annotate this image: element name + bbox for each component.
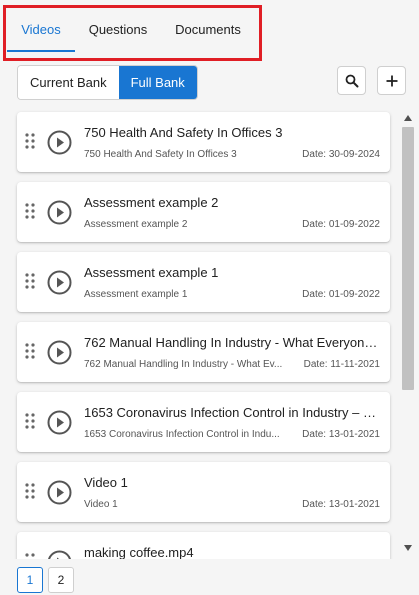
drag-handle-icon[interactable] [25,203,35,219]
video-list: 750 Health And Safety In Offices 3 750 H… [0,104,400,559]
play-icon[interactable] [47,270,72,295]
tab-bar: Videos Questions Documents [0,0,419,54]
plus-icon [386,75,397,86]
item-date: Date: 11-11-2021 [303,359,380,370]
scroll-up-arrow-icon[interactable] [404,115,412,121]
item-title: 1653 Coronavirus Infection Control in In… [84,405,379,420]
play-icon[interactable] [47,480,72,505]
list-item[interactable]: Assessment example 1 Assessment example … [17,252,390,312]
scroll-thumb[interactable] [402,127,414,390]
drag-handle-icon[interactable] [25,553,35,559]
drag-handle-icon[interactable] [25,343,35,359]
play-icon[interactable] [47,340,72,365]
search-button[interactable] [337,66,366,95]
play-icon[interactable] [47,130,72,155]
item-date: Date: 01-09-2022 [302,219,380,230]
drag-handle-icon[interactable] [25,483,35,499]
full-bank-button[interactable]: Full Bank [118,66,197,99]
search-icon [345,74,358,87]
add-button[interactable] [377,66,406,95]
item-title: Assessment example 2 [84,195,219,210]
page-2-button[interactable]: 2 [48,567,74,593]
item-title: making coffee.mp4 [84,545,194,559]
item-subtitle: Assessment example 1 [84,289,188,300]
list-item[interactable]: 750 Health And Safety In Offices 3 750 H… [17,112,390,172]
list-item[interactable]: 1653 Coronavirus Infection Control in In… [17,392,390,452]
pagination: 1 2 [17,567,74,593]
item-subtitle: Video 1 [84,499,118,510]
item-subtitle: 750 Health And Safety In Offices 3 [84,149,237,160]
tab-questions[interactable]: Questions [82,0,154,54]
item-subtitle: Assessment example 2 [84,219,188,230]
scroll-down-arrow-icon[interactable] [404,545,412,551]
tab-videos[interactable]: Videos [7,0,75,54]
page-1-button[interactable]: 1 [17,567,43,593]
item-title: 750 Health And Safety In Offices 3 [84,125,283,140]
list-item[interactable]: Video 1 Video 1 Date: 13-01-2021 [17,462,390,522]
item-subtitle: 762 Manual Handling In Industry - What E… [84,359,283,370]
item-date: Date: 13-01-2021 [302,499,380,510]
item-title: Video 1 [84,475,128,490]
active-tab-indicator [7,50,75,52]
item-subtitle: 1653 Coronavirus Infection Control in In… [84,429,280,440]
drag-handle-icon[interactable] [25,133,35,149]
list-item[interactable]: Assessment example 2 Assessment example … [17,182,390,242]
item-date: Date: 13-01-2021 [302,429,380,440]
item-date: Date: 01-09-2022 [302,289,380,300]
item-title: 762 Manual Handling In Industry - What E… [84,335,379,350]
list-item[interactable]: making coffee.mp4 [17,532,390,559]
drag-handle-icon[interactable] [25,273,35,289]
item-date: Date: 30-09-2024 [302,149,380,160]
drag-handle-icon[interactable] [25,413,35,429]
play-icon[interactable] [47,200,72,225]
list-item[interactable]: 762 Manual Handling In Industry - What E… [17,322,390,382]
item-title: Assessment example 1 [84,265,219,280]
current-bank-button[interactable]: Current Bank [18,66,119,99]
tab-documents[interactable]: Documents [165,0,251,54]
bank-toggle: Current Bank Full Bank [17,65,198,100]
play-icon[interactable] [47,550,72,559]
play-icon[interactable] [47,410,72,435]
